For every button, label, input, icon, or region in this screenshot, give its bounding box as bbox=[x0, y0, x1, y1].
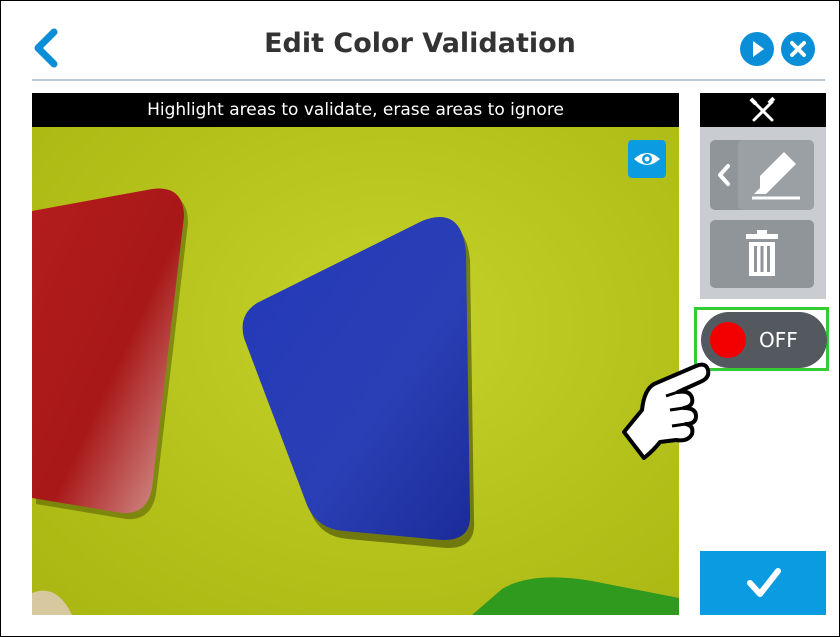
chevron-left-icon bbox=[718, 164, 730, 186]
tools-panel bbox=[700, 127, 826, 299]
toggle-label: OFF bbox=[759, 328, 798, 352]
tools-header bbox=[700, 93, 826, 127]
camera-view[interactable]: Highlight areas to validate, erase areas… bbox=[32, 93, 679, 615]
confirm-button[interactable] bbox=[700, 551, 826, 615]
trash-button[interactable] bbox=[710, 220, 814, 288]
pointing-hand-icon bbox=[622, 362, 711, 460]
next-button[interactable] bbox=[740, 32, 774, 66]
camera-image bbox=[32, 93, 679, 615]
header: Edit Color Validation bbox=[0, 0, 840, 81]
close-icon bbox=[790, 41, 806, 57]
eye-toggle-button[interactable] bbox=[628, 140, 666, 178]
highlighter-pen-icon bbox=[752, 152, 800, 200]
pen-tool-tile bbox=[738, 140, 814, 210]
header-divider bbox=[32, 79, 825, 81]
tools-icon bbox=[749, 96, 776, 122]
close-button[interactable] bbox=[781, 32, 815, 66]
pen-tool-button[interactable] bbox=[710, 140, 814, 210]
checkmark-icon bbox=[747, 568, 781, 597]
eye-icon bbox=[634, 153, 660, 165]
page-title: Edit Color Validation bbox=[264, 28, 576, 59]
play-icon bbox=[753, 41, 764, 57]
trash-icon bbox=[746, 230, 778, 276]
toggle-knob bbox=[710, 322, 746, 358]
instruction-banner: Highlight areas to validate, erase areas… bbox=[32, 93, 679, 127]
